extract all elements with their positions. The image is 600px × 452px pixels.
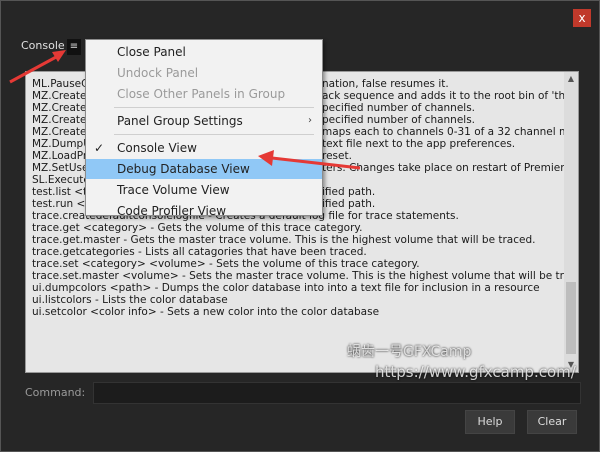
panel-dropdown-menu: Close Panel Undock Panel Close Other Panel… <box>85 39 323 218</box>
menu-item-label: Close Other Panels in Group <box>117 87 286 101</box>
console-line-tail: text file next to the app preferences. <box>322 138 516 150</box>
menu-item-label: Trace Volume View <box>117 183 230 197</box>
scroll-up-icon[interactable]: ▲ <box>566 74 576 84</box>
console-line: trace.getcategories - Lists all catagori… <box>32 246 562 258</box>
console-line-tail: nation, false resumes it. <box>322 78 449 90</box>
console-line-text: trace.get.master - Gets the master trace… <box>32 234 536 246</box>
submenu-arrow-icon: › <box>308 115 312 126</box>
console-line-text: ui.setcolor <color info> - Sets a new co… <box>32 306 380 318</box>
command-label: Command: <box>25 386 86 399</box>
menu-item-label: Undock Panel <box>117 66 199 80</box>
console-line-tail: ified path. <box>322 198 376 210</box>
panel-tab-console[interactable]: Console <box>21 39 65 52</box>
panel-menu-icon[interactable]: ≡ <box>67 39 81 55</box>
console-window: x Console ≡ ML.PauseCo nation, false resu… <box>0 0 600 452</box>
console-line-text: ui.listcolors - Lists the color database <box>32 294 228 306</box>
console-line: ui.dumpcolors <path> - Dumps the color d… <box>32 282 562 294</box>
console-line-tail: pecified number of channels. <box>322 114 476 126</box>
console-line: trace.get.master - Gets the master trace… <box>32 234 562 246</box>
console-line-text: MZ.Create1 <box>32 90 94 102</box>
menu-separator <box>114 134 314 135</box>
close-button[interactable]: x <box>573 9 591 27</box>
console-line-text: SL.Execute. <box>32 174 94 186</box>
help-button[interactable]: Help <box>465 410 515 434</box>
console-line-tail: reset. <box>322 150 352 162</box>
menu-item-panel-group-settings[interactable]: Panel Group Settings › <box>86 111 322 131</box>
console-line: ui.setcolor <color info> - Sets a new co… <box>32 306 562 318</box>
console-line-text: ui.dumpcolors <path> - Dumps the color d… <box>32 282 540 294</box>
menu-item-close-panel[interactable]: Close Panel <box>86 42 322 62</box>
console-line: trace.set.master <volume> - Sets the mas… <box>32 270 578 282</box>
watermark-line1: 蜗齿一号GFXCamp <box>347 344 472 360</box>
menu-item-debug-database-view[interactable]: Debug Database View <box>86 159 322 179</box>
menu-separator <box>114 107 314 108</box>
menu-item-label: Code Profiler View <box>117 204 227 218</box>
checkmark-icon: ✓ <box>94 141 105 155</box>
console-line-tail: ified path. <box>322 186 376 198</box>
console-line: trace.get <category> - Gets the volume o… <box>32 222 562 234</box>
console-line: ui.listcolors - Lists the color database <box>32 294 562 306</box>
console-line: trace.set <category> <volume> - Sets the… <box>32 258 562 270</box>
title-bar: x <box>1 1 599 35</box>
clear-button[interactable]: Clear <box>527 410 577 434</box>
console-line-tail: ters. Changes take place on restart of P… <box>322 162 579 174</box>
console-line-tail: maps each to channels 0-31 of a 32 chann… <box>322 126 579 138</box>
menu-item-code-profiler-view[interactable]: Code Profiler View <box>86 201 322 221</box>
console-line-tail: ack sequence and adds it to the root bin… <box>322 90 579 102</box>
menu-item-close-other-panels-in-group[interactable]: Close Other Panels in Group <box>86 84 322 104</box>
console-line-text: trace.getcategories - Lists all catagori… <box>32 246 367 258</box>
menu-item-undock-panel[interactable]: Undock Panel <box>86 63 322 83</box>
vertical-scrollbar[interactable]: ▲ ▼ <box>564 72 578 372</box>
menu-item-label: Panel Group Settings <box>117 114 243 128</box>
console-line-text: trace.set <category> <volume> - Sets the… <box>32 258 420 270</box>
menu-item-trace-volume-view[interactable]: Trace Volume View <box>86 180 322 200</box>
menu-item-console-view[interactable]: Console View ✓ <box>86 138 322 158</box>
console-line-tail: pecified number of channels. <box>322 102 476 114</box>
menu-item-label: Debug Database View <box>117 162 250 176</box>
command-input[interactable] <box>93 382 581 404</box>
console-line-text: trace.get <category> - Gets the volume o… <box>32 222 363 234</box>
console-line-text: trace.set.master <volume> - Sets the mas… <box>32 270 579 282</box>
menu-item-label: Close Panel <box>117 45 186 59</box>
menu-item-label: Console View <box>117 141 197 155</box>
watermark-line2: https://www.gfxcamp.com/ <box>375 363 576 381</box>
